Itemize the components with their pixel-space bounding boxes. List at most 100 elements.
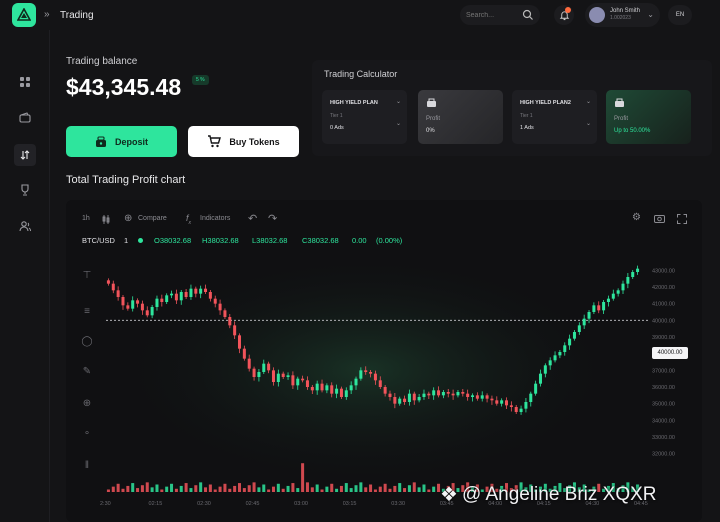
trading-icon[interactable] [14, 144, 36, 166]
volume-bar [121, 488, 125, 492]
y-tick-label: 36000.00 [652, 385, 675, 391]
candle-body [441, 392, 445, 396]
profit-card-1: Profit 0% [418, 90, 503, 144]
candle-body [359, 370, 363, 379]
notifications-button[interactable] [554, 5, 574, 25]
volume-bar [208, 484, 212, 492]
calculator-title: Trading Calculator [324, 69, 398, 79]
trophy-icon[interactable] [17, 182, 33, 198]
volume-bar [136, 488, 140, 492]
search-icon[interactable] [522, 9, 534, 21]
logo[interactable] [12, 3, 36, 27]
user-name: John Smith [610, 8, 641, 14]
volume-bar [194, 485, 198, 492]
deposit-icon [95, 135, 107, 148]
volume-bar [247, 485, 251, 492]
volume-bar [301, 463, 305, 492]
candle-body [631, 272, 635, 277]
candle-body [174, 293, 178, 301]
volume-bar [126, 485, 130, 492]
candle-body [126, 305, 130, 309]
candle-body [330, 385, 334, 394]
candle-body [558, 352, 562, 356]
chevron-down-icon: ⌄ [585, 99, 591, 105]
candle-body [242, 348, 246, 359]
y-tick-label: 34000.00 [652, 418, 675, 424]
breadcrumb: Trading [60, 10, 94, 21]
volume-bar [213, 489, 217, 492]
volume-bar [145, 482, 149, 492]
candle-body [495, 400, 499, 404]
candle-body [553, 355, 557, 361]
top-bar: » Trading John Smith 1.002023 ⌄ EN [0, 0, 720, 30]
wallet-icon[interactable] [17, 110, 33, 126]
candle-body [373, 373, 377, 381]
y-tick-label: 39000.00 [652, 335, 675, 341]
search-input[interactable] [466, 11, 522, 19]
volume-bar [237, 483, 242, 492]
deposit-button[interactable]: Deposit [66, 126, 177, 157]
volume-bar [281, 488, 285, 492]
volume-bar [427, 489, 431, 492]
volume-bar [373, 489, 377, 492]
plan-value: 0 Ads [330, 125, 344, 131]
plan-name: HIGH YIELD PLAN [330, 100, 378, 106]
chevrons-right-icon[interactable]: » [44, 9, 50, 20]
candle-body [514, 407, 518, 412]
x-tick-label: 03:00 [294, 501, 308, 507]
plan-select-2[interactable]: HIGH YIELD PLAN2 Tier 1 1 Ads ⌄ ⌄ [512, 90, 597, 144]
candlestick-chart[interactable]: 43000.00 42000.00 41000.00 40000.00 39000.00… [66, 200, 702, 522]
volume-bar [403, 488, 407, 492]
candle-body [388, 393, 392, 397]
candle-body [602, 302, 606, 311]
watermark: ❖ @ Angeline Briz XQXR [440, 482, 657, 507]
balance-change-badge: 5 % [192, 75, 209, 85]
users-icon[interactable] [17, 218, 33, 234]
candle-body [194, 288, 198, 294]
candle-body [471, 395, 475, 397]
candle-body [262, 363, 266, 372]
candle-body [504, 400, 509, 406]
volume-bar [116, 483, 120, 492]
candle-body [252, 368, 256, 377]
volume-bar [349, 488, 353, 492]
volume-bar [344, 483, 348, 492]
current-price-label: 40000.00 [652, 347, 688, 359]
y-tick-label: 41000.00 [652, 302, 675, 308]
candle-body [291, 375, 295, 386]
candle-body [466, 393, 470, 397]
candle-body [534, 383, 538, 394]
candle-body [543, 365, 547, 374]
candle-body [597, 305, 601, 311]
candle-body [310, 387, 314, 391]
dashboard-icon[interactable] [17, 74, 33, 90]
candle-body [179, 292, 183, 301]
volume-bar [422, 484, 426, 492]
volume-bar [291, 483, 295, 492]
candle-body [480, 395, 484, 399]
candle-body [412, 393, 416, 401]
plan-name: HIGH YIELD PLAN2 [520, 100, 571, 106]
volume-bar [170, 483, 174, 492]
volume-bar [364, 487, 368, 492]
language-switch[interactable]: EN [668, 5, 692, 25]
volume-bar [106, 489, 110, 492]
search-box[interactable] [460, 5, 540, 25]
volume-bar [242, 488, 246, 492]
candle-body [422, 393, 426, 397]
y-tick-label: 32000.00 [652, 452, 675, 458]
volume-bar [199, 482, 203, 492]
candle-body [490, 398, 494, 401]
user-menu[interactable]: John Smith 1.002023 ⌄ [585, 3, 660, 27]
candle-body [587, 312, 591, 319]
plan-select-1[interactable]: HIGH YIELD PLAN Tier 1 0 Ads ⌄ ⌄ [322, 90, 407, 144]
candle-body [636, 268, 640, 272]
buy-tokens-button[interactable]: Buy Tokens [188, 126, 299, 157]
candle-body [150, 307, 154, 316]
x-tick-label: 03:30 [391, 501, 405, 507]
candle-body [208, 292, 212, 299]
candle-body [383, 387, 387, 394]
buy-tokens-label: Buy Tokens [229, 136, 280, 147]
candle-body [257, 372, 261, 377]
volume-bar [271, 486, 275, 492]
